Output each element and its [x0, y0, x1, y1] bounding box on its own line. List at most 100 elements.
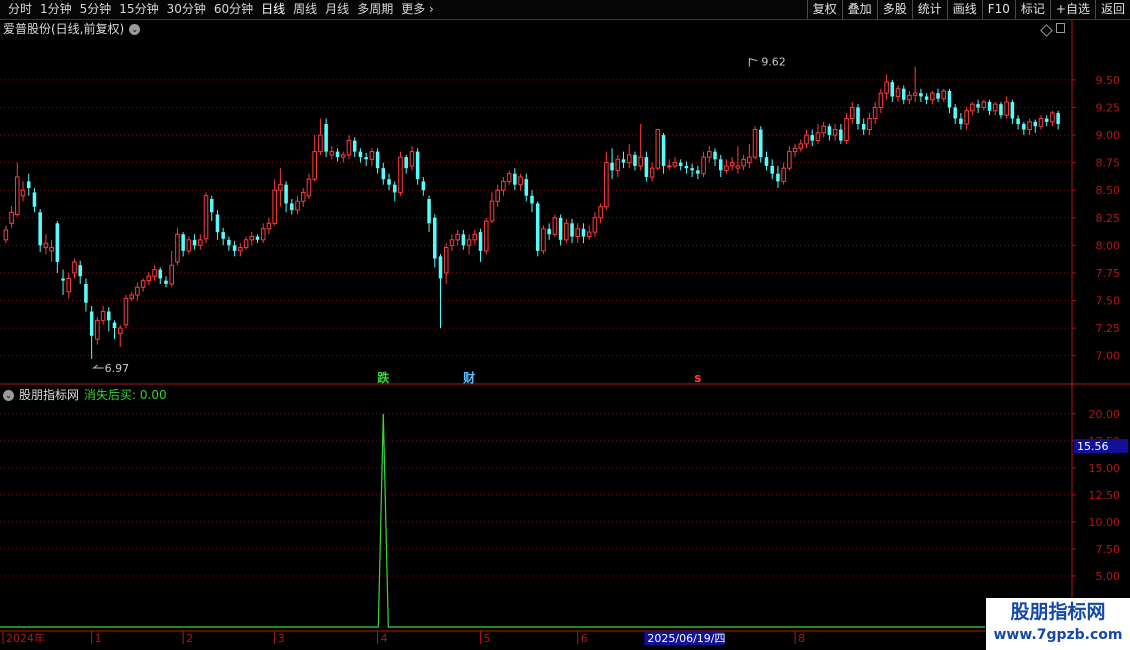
- event-marker: 跌: [377, 370, 390, 385]
- candle-body: [535, 203, 540, 251]
- candle-body: [518, 176, 523, 186]
- candle-body: [209, 199, 214, 213]
- candle-body: [1044, 118, 1049, 122]
- candle-body: [489, 200, 495, 222]
- candle-body: [570, 223, 574, 237]
- candle-body: [701, 156, 706, 175]
- candle-body: [644, 157, 649, 177]
- candle-body: [443, 247, 449, 274]
- x-tick-label: 6: [581, 632, 588, 645]
- x-tick-label: 5: [484, 632, 491, 645]
- candle-body: [466, 239, 472, 246]
- candle-body: [341, 154, 346, 158]
- candle-body: [575, 228, 581, 238]
- candle-body: [306, 178, 312, 197]
- candle-body: [610, 162, 614, 171]
- candle-body: [375, 151, 380, 169]
- candle-body: [621, 159, 626, 163]
- candle-body: [633, 154, 637, 166]
- candle-body: [792, 147, 798, 153]
- candle-body: [335, 151, 340, 158]
- indicator-tick-label: 12.50: [1089, 489, 1121, 502]
- candle-body: [547, 228, 551, 235]
- candle-body: [1022, 124, 1026, 130]
- indicator-tick-label: 10.00: [1089, 516, 1121, 529]
- candle-body: [175, 233, 180, 263]
- candle-body: [117, 327, 123, 335]
- candle-body: [140, 280, 146, 288]
- candle-body: [919, 93, 923, 97]
- candle-body: [352, 140, 357, 152]
- indicator-tick-label: 5.00: [1096, 570, 1121, 583]
- candle-body: [666, 165, 672, 168]
- candle-body: [1004, 101, 1009, 116]
- candle-body: [867, 118, 872, 131]
- x-tick-label: 8: [798, 632, 805, 645]
- chart-canvas[interactable]: 7.00 7.25 7.50 7.75 8.00 8.25 8.50 8.75 9.00 9.25…: [0, 0, 1130, 650]
- candle-body: [20, 189, 26, 197]
- candle-body: [696, 170, 700, 174]
- candle-body: [649, 167, 655, 178]
- candle-body: [930, 92, 935, 101]
- candle-body: [895, 88, 901, 97]
- candle-body: [770, 165, 774, 174]
- candle-body: [404, 157, 408, 169]
- candle-body: [832, 129, 838, 136]
- candle-body: [427, 199, 431, 224]
- candle-body: [15, 176, 20, 215]
- candle-body: [409, 151, 415, 167]
- candle-body: [924, 96, 929, 100]
- price-tick-label: 8.00: [1096, 239, 1121, 252]
- candle-body: [358, 151, 363, 158]
- candle-body: [312, 151, 317, 180]
- x-tick-label: 4: [381, 632, 388, 645]
- candle-body: [43, 242, 49, 249]
- candle-body: [472, 233, 478, 241]
- candle-body: [164, 280, 168, 284]
- candle-body: [776, 173, 780, 182]
- candle-body: [861, 124, 866, 130]
- candle-body: [123, 297, 129, 326]
- candle-body: [278, 184, 283, 191]
- candle-body: [524, 179, 529, 196]
- candle-body: [678, 162, 683, 166]
- cursor-date-label: 2025/06/19/四: [647, 632, 725, 645]
- candle-body: [684, 165, 689, 169]
- candle-body: [999, 104, 1003, 116]
- price-tick-label: 9.50: [1096, 74, 1121, 87]
- candle-body: [158, 269, 163, 279]
- candle-body: [884, 81, 889, 94]
- candle-body: [586, 231, 592, 238]
- high-label: 9.62: [761, 56, 786, 69]
- candle-body: [1038, 118, 1044, 127]
- candle-body: [506, 173, 512, 182]
- candle-body: [38, 212, 42, 246]
- candle-body: [61, 278, 65, 281]
- candle-body: [215, 214, 220, 233]
- candle-body: [827, 126, 832, 136]
- candle-body: [107, 311, 111, 321]
- price-tick-label: 7.50: [1096, 295, 1121, 308]
- candle-body: [856, 107, 860, 125]
- candle-body: [78, 265, 82, 277]
- candle-body: [626, 154, 632, 164]
- candle-body: [781, 167, 786, 182]
- candle-body: [49, 247, 54, 252]
- candle-body: [839, 129, 843, 141]
- candle-body: [947, 90, 952, 108]
- candle-body: [513, 173, 517, 185]
- candle-body: [129, 294, 134, 299]
- candle-body: [455, 233, 460, 241]
- candle-body: [764, 157, 769, 166]
- candle-body: [987, 101, 992, 111]
- candle-body: [249, 236, 255, 241]
- candle-body: [290, 203, 294, 211]
- x-tick-label: 2: [186, 632, 193, 645]
- candle-body: [192, 239, 197, 246]
- watermark: 股朋指标网 www.7gpzb.com: [986, 598, 1130, 650]
- candle-body: [953, 107, 957, 119]
- candle-body: [581, 228, 586, 237]
- candle-body: [346, 140, 352, 156]
- candle-body: [976, 104, 980, 108]
- candle-body: [849, 106, 855, 120]
